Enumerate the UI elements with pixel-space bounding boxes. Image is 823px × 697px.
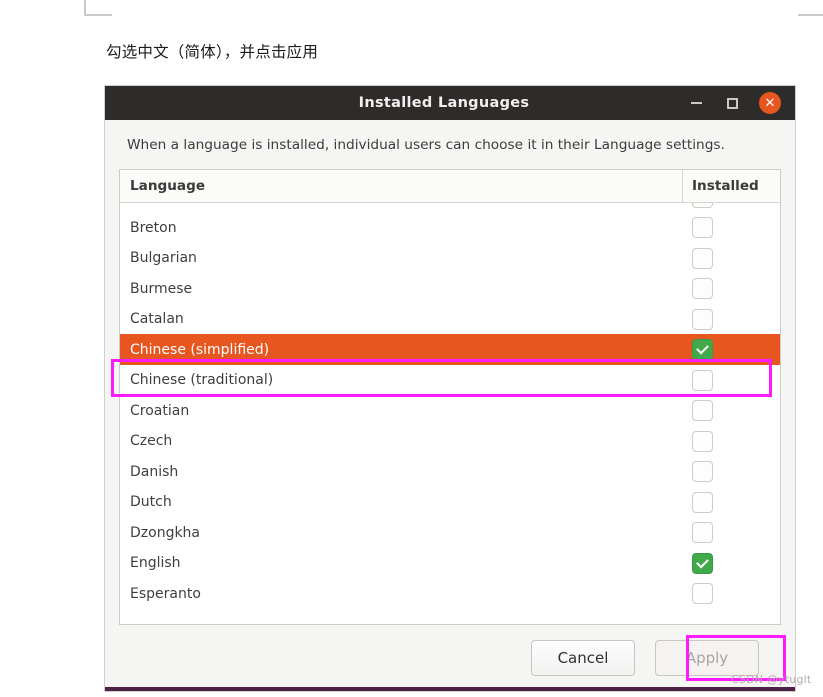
table-row[interactable]: Chinese (traditional) bbox=[120, 365, 780, 396]
table-row[interactable] bbox=[120, 202, 780, 213]
language-rows: Breton Bulgarian Burmese Catalan Chinese (si… bbox=[120, 202, 780, 609]
language-name: Breton bbox=[130, 219, 177, 236]
installed-cell bbox=[683, 430, 780, 452]
language-name: Bulgarian bbox=[130, 250, 197, 267]
crop-mark-right bbox=[798, 0, 823, 16]
checkbox-unchecked-icon[interactable] bbox=[692, 461, 713, 483]
column-header-language[interactable]: Language bbox=[120, 169, 683, 202]
watermark: CSDN @ytuglt bbox=[731, 673, 812, 686]
language-list-scroll[interactable]: Breton Bulgarian Burmese Catalan Chinese (si… bbox=[120, 202, 780, 624]
maximize-icon[interactable] bbox=[723, 94, 741, 112]
language-name: English bbox=[130, 555, 181, 572]
installed-cell bbox=[683, 583, 780, 605]
language-name: Croatian bbox=[130, 402, 190, 419]
table-row[interactable]: Dzongkha bbox=[120, 517, 780, 548]
table-row[interactable]: Dutch bbox=[120, 487, 780, 518]
column-header-installed[interactable]: Installed bbox=[683, 170, 780, 202]
installed-cell bbox=[683, 552, 780, 574]
installed-cell bbox=[683, 369, 780, 391]
checkbox-unchecked-icon[interactable] bbox=[692, 217, 713, 239]
table-row[interactable]: Catalan bbox=[120, 304, 780, 335]
installed-cell bbox=[683, 202, 780, 208]
checkbox-unchecked-icon[interactable] bbox=[692, 308, 713, 330]
language-name: Catalan bbox=[130, 311, 184, 328]
language-name: Dutch bbox=[130, 494, 172, 511]
language-list-frame: Language Installed Breton Bulgarian Burmes… bbox=[119, 168, 781, 625]
table-row[interactable]: Czech bbox=[120, 426, 780, 457]
table-row[interactable]: Esperanto bbox=[120, 578, 780, 609]
installed-cell bbox=[683, 217, 780, 239]
installed-cell bbox=[683, 278, 780, 300]
cancel-button[interactable]: Cancel bbox=[531, 640, 635, 676]
table-row[interactable]: Bulgarian bbox=[120, 243, 780, 274]
crop-mark-left bbox=[84, 0, 112, 16]
table-row[interactable]: English bbox=[120, 548, 780, 579]
language-name: Esperanto bbox=[130, 585, 201, 602]
installed-languages-window: Installed Languages ✕ When a language is… bbox=[105, 86, 795, 691]
checkbox-unchecked-icon[interactable] bbox=[692, 583, 713, 605]
window-body: When a language is installed, individual… bbox=[105, 120, 795, 691]
table-row[interactable]: Chinese (simplified) bbox=[120, 334, 780, 365]
dialog-footer: Cancel Apply bbox=[119, 625, 781, 691]
close-icon[interactable]: ✕ bbox=[759, 92, 781, 114]
window-titlebar: Installed Languages ✕ bbox=[105, 86, 795, 120]
table-row[interactable]: Breton bbox=[120, 212, 780, 243]
apply-button[interactable]: Apply bbox=[655, 640, 759, 676]
checkbox-unchecked-icon[interactable] bbox=[692, 247, 713, 269]
installed-cell bbox=[683, 400, 780, 422]
instruction-caption: 勾选中文（简体），并点击应用 bbox=[106, 43, 319, 61]
language-name: Chinese (traditional) bbox=[130, 372, 274, 389]
checkbox-checked-icon[interactable] bbox=[692, 339, 713, 361]
language-list-header: Language Installed bbox=[120, 169, 780, 203]
checkbox-unchecked-icon[interactable] bbox=[692, 369, 713, 391]
language-name: Chinese (simplified) bbox=[130, 341, 270, 358]
window-controls: ✕ bbox=[687, 92, 795, 114]
language-name: Czech bbox=[130, 433, 173, 450]
table-row[interactable]: Burmese bbox=[120, 273, 780, 304]
language-name: Dzongkha bbox=[130, 524, 201, 541]
checkbox-unchecked-icon[interactable] bbox=[692, 278, 713, 300]
checkbox-unchecked-icon[interactable] bbox=[692, 400, 713, 422]
bottom-accent-strip bbox=[105, 687, 795, 691]
intro-text: When a language is installed, individual… bbox=[127, 137, 725, 153]
table-row[interactable]: Croatian bbox=[120, 395, 780, 426]
window-title: Installed Languages bbox=[358, 95, 530, 111]
checkbox-unchecked-icon[interactable] bbox=[692, 430, 713, 452]
checkbox-checked-icon[interactable] bbox=[692, 552, 713, 574]
language-name: Burmese bbox=[130, 280, 193, 297]
installed-cell bbox=[683, 522, 780, 544]
table-row[interactable]: Danish bbox=[120, 456, 780, 487]
checkbox-unchecked-icon[interactable] bbox=[692, 522, 713, 544]
installed-cell bbox=[683, 339, 780, 361]
checkbox-unchecked-icon[interactable] bbox=[692, 202, 713, 208]
installed-cell bbox=[683, 247, 780, 269]
installed-cell bbox=[683, 491, 780, 513]
minimize-icon[interactable] bbox=[687, 94, 705, 112]
installed-cell bbox=[683, 461, 780, 483]
installed-cell bbox=[683, 308, 780, 330]
language-name: Danish bbox=[130, 463, 179, 480]
checkbox-unchecked-icon[interactable] bbox=[692, 491, 713, 513]
